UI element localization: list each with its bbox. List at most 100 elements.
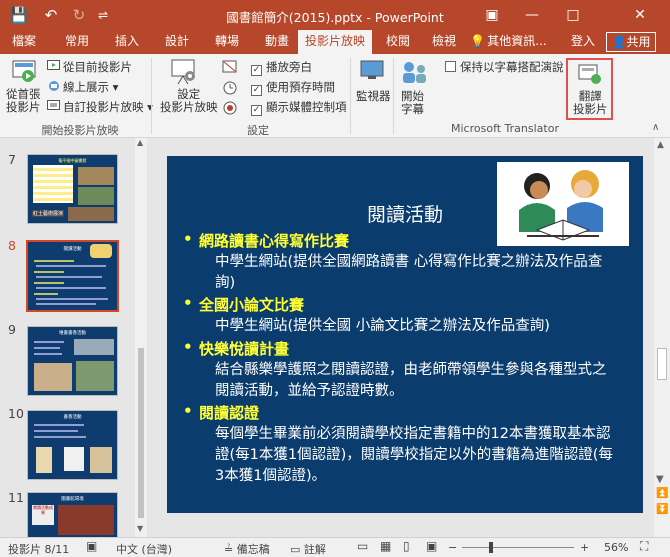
bullet-heading: 全國小論文比賽 <box>183 294 304 315</box>
scroll-up-icon[interactable]: ▲ <box>137 138 145 148</box>
slide-thumbnail-7[interactable]: 龍平國中圖書館 紅土藝術展演 <box>27 154 118 224</box>
scroll-up-icon[interactable]: ▲ <box>657 140 664 150</box>
from-current-button[interactable]: 從目前投影片 <box>63 59 132 75</box>
tab-file[interactable]: 檔案 <box>0 30 48 54</box>
thumb-title: 龍平國中圖書館 <box>58 158 87 163</box>
play-narrations-checkbox[interactable]: ✓ 播放旁白 <box>251 59 312 76</box>
normal-view-icon[interactable]: ▭ <box>357 539 368 553</box>
tab-design[interactable]: 設計 <box>156 30 198 54</box>
record-icon[interactable] <box>222 100 238 116</box>
thumb-text-line <box>34 347 60 349</box>
thumb-photo <box>90 447 112 473</box>
setup-show-icon <box>171 59 195 85</box>
reading-view-icon[interactable]: ▯ <box>403 539 410 553</box>
thumb-photo <box>58 505 114 535</box>
show-media-controls-checkbox[interactable]: ✓ 顯示媒體控制項 <box>251 99 347 116</box>
setup-show-button[interactable]: 設定 投影片放映 <box>160 88 218 114</box>
thumb-text-line <box>34 424 84 426</box>
group-label-setup: 設定 <box>247 124 269 137</box>
spellcheck-icon[interactable]: ▣ <box>86 539 97 553</box>
sign-in-link[interactable]: 登入 <box>571 30 595 53</box>
current-slide[interactable]: 閱讀活動 網路讀書心得寫作比賽 中學生網站(提供全國網路讀書 心得寫作比賽之辦法… <box>167 156 643 513</box>
slide-editor: 閱讀活動 網路讀書心得寫作比賽 中學生網站(提供全國網路讀書 心得寫作比賽之辦法… <box>150 138 654 537</box>
thumb-photo <box>34 363 72 391</box>
slideshow-view-icon[interactable]: ▣ <box>426 539 437 553</box>
previous-slide-icon[interactable]: ⏫ <box>656 488 668 499</box>
thumbnail-scrollbar[interactable]: ▲ ▼ <box>135 138 147 537</box>
tell-me-box[interactable]: 其他資訊... <box>484 30 550 54</box>
from-beginning-button[interactable]: 從首張 投影片 <box>6 88 41 114</box>
translate-slides-icon <box>578 64 601 84</box>
zoom-level[interactable]: 56% <box>604 541 628 554</box>
tab-review[interactable]: 校閱 <box>378 30 418 54</box>
translate-slides-button[interactable]: 翻譯 投影片 <box>566 58 613 120</box>
thumb-caption: 紅土藝術展演 <box>32 210 65 217</box>
start-subtitles-button[interactable]: 開始 字幕 <box>401 90 424 116</box>
minimize-button[interactable]: — <box>512 0 552 30</box>
lightbulb-icon: 💡 <box>470 34 485 48</box>
comments-button[interactable]: ▭ 註解 <box>290 541 326 557</box>
zoom-slider[interactable] <box>462 547 574 548</box>
fit-to-window-icon[interactable]: ⛶ <box>640 539 648 554</box>
keep-subtitles-checkbox[interactable]: 保持以字幕搭配演說 <box>445 59 564 75</box>
thumb-photo <box>74 339 114 355</box>
from-current-icon <box>47 60 60 70</box>
monitor-button[interactable]: 監視器 <box>356 90 391 103</box>
editor-scrollbar[interactable]: ▲ ▼ ⏫ ⏬ <box>654 138 670 537</box>
use-timings-checkbox[interactable]: ✓ 使用預存時間 <box>251 79 335 96</box>
tab-home[interactable]: 常用 <box>56 30 98 54</box>
zoom-out-icon[interactable]: − <box>448 541 457 554</box>
thumb-title: 唯書書香活動 <box>59 331 86 336</box>
close-button[interactable]: ✕ <box>620 0 660 30</box>
hide-slide-icon[interactable] <box>222 60 238 76</box>
thumb-title: 書香活動 <box>63 415 82 420</box>
scroll-down-icon[interactable]: ▼ <box>656 474 664 485</box>
slide-thumbnail-9[interactable]: 唯書書香活動 <box>27 326 118 396</box>
ribbon-separator <box>151 58 152 134</box>
scrollbar-thumb[interactable] <box>657 348 667 380</box>
thumb-text-line <box>34 430 78 432</box>
notes-label: 備忘稿 <box>236 543 270 556</box>
thumb-photo <box>36 447 52 473</box>
slide-thumbnail-10[interactable]: 書香活動 <box>27 410 118 480</box>
tab-transitions[interactable]: 轉場 <box>206 30 248 54</box>
thumb-table-image <box>33 165 73 203</box>
rehearse-timings-icon[interactable] <box>222 80 238 96</box>
slide-thumbnail-11[interactable]: 圖書館環境 閱讀活動成果 <box>27 492 118 537</box>
ribbon-display-icon[interactable]: ▣ <box>472 0 512 30</box>
status-bar: 投影片 8/11 ▣ 中文 (台灣) ≟ 備忘稿 ▭ 註解 ▭ ▦ ▯ ▣ − … <box>0 537 670 557</box>
thumb-photo <box>64 447 84 471</box>
scroll-down-icon[interactable]: ▼ <box>137 524 145 534</box>
tab-insert[interactable]: 插入 <box>106 30 148 54</box>
keep-subtitles-label: 保持以字幕搭配演說 <box>460 60 564 74</box>
present-online-button[interactable]: 線上展示 ▾ <box>63 79 118 95</box>
slide-thumbnail-8[interactable]: 閱讀活動 <box>26 240 119 312</box>
custom-show-button[interactable]: 自訂投影片放映 ▾ <box>63 99 153 115</box>
bullet-body: 中學生網站(提供全國 小論文比賽之辦法及作品查詢) <box>215 318 550 334</box>
start-subtitles-icon <box>403 62 426 83</box>
thumb-text-line <box>36 303 96 305</box>
scrollbar-thumb[interactable] <box>138 348 144 518</box>
checkbox-checked-icon: ✓ <box>251 105 262 116</box>
group-label-translator: Microsoft Translator <box>451 122 559 135</box>
slide-sorter-icon[interactable]: ▦ <box>380 539 391 553</box>
notes-button[interactable]: ≟ 備忘稿 <box>224 541 270 557</box>
zoom-in-icon[interactable]: + <box>580 541 589 554</box>
share-button[interactable]: 👤共用 <box>606 32 656 52</box>
next-slide-icon[interactable]: ⏬ <box>656 504 668 515</box>
restore-button[interactable]: □ <box>553 0 593 30</box>
language-indicator[interactable]: 中文 (台灣) <box>116 541 172 557</box>
tab-view[interactable]: 檢視 <box>424 30 464 54</box>
tab-slide-show[interactable]: 投影片放映 <box>298 30 372 54</box>
tab-animations[interactable]: 動畫 <box>256 30 298 54</box>
slide-position: 投影片 8/11 <box>8 543 70 556</box>
thumb-photo <box>78 187 114 205</box>
collapse-ribbon-icon[interactable]: ∧ <box>652 122 659 133</box>
share-label: 共用 <box>626 35 651 49</box>
zoom-slider-thumb[interactable] <box>488 542 493 553</box>
ribbon-separator <box>350 58 351 134</box>
thumbnail-pane: 7 龍平國中圖書館 紅土藝術展演 8 閱讀活動 9 唯書書香活動 10 書香活動 <box>0 138 150 537</box>
present-online-icon <box>49 81 59 91</box>
title-bar: 💾 ↶ ↻ ⇌ 國書館簡介(2015).pptx - PowerPoint ▣ … <box>0 0 670 30</box>
checkbox-unchecked-icon <box>445 61 456 72</box>
